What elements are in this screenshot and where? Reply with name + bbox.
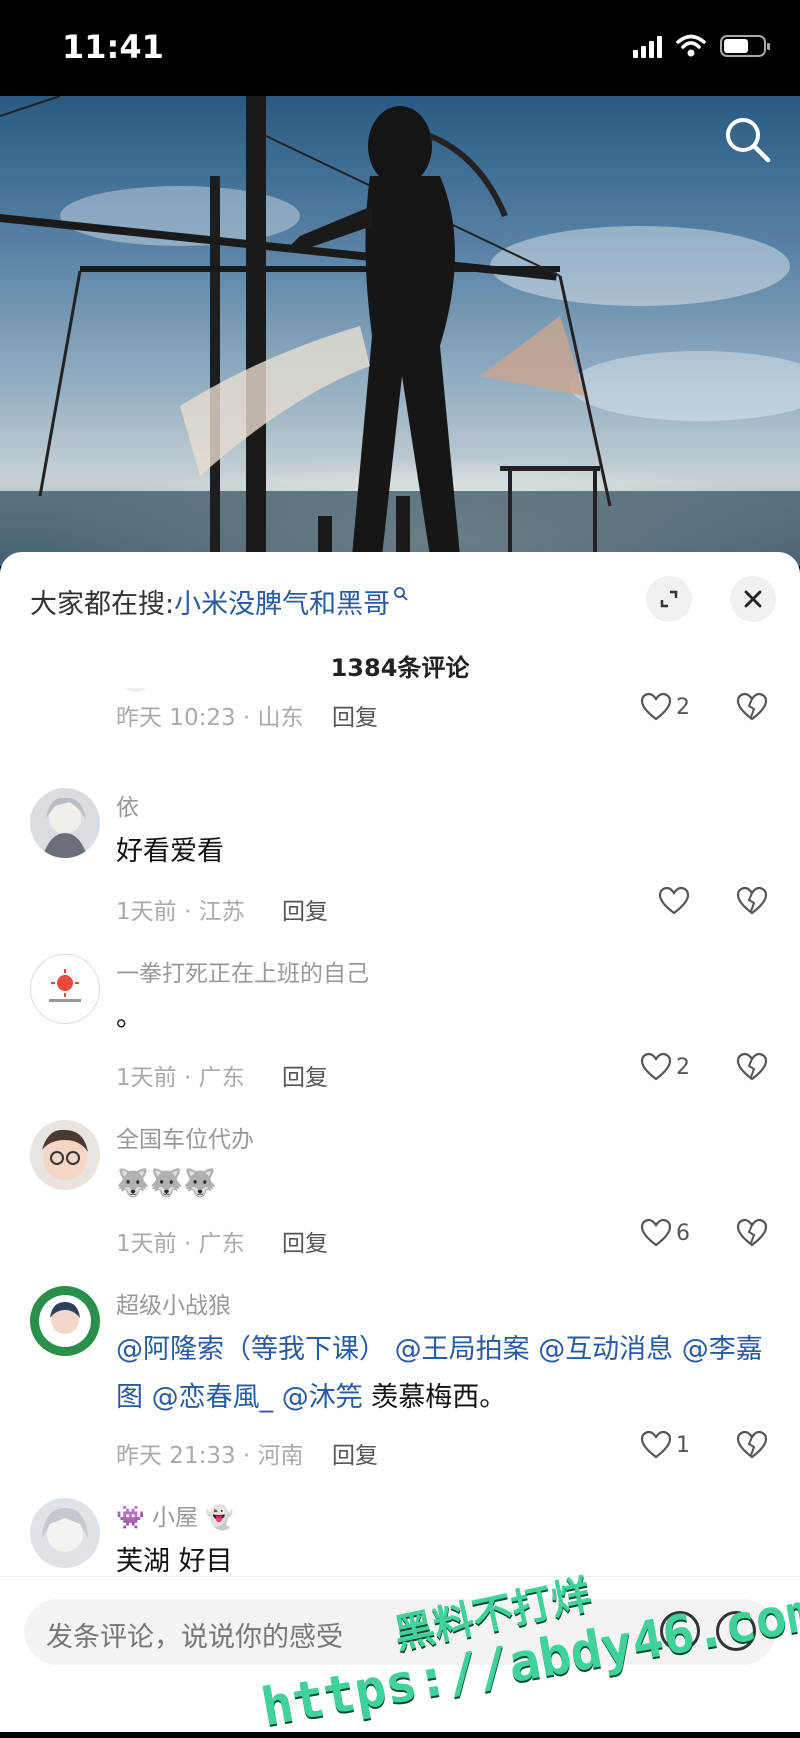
like-count: 2 [676, 1054, 690, 1080]
hot-search-prefix: 大家都在搜: [30, 589, 175, 620]
like-button[interactable]: 2 [640, 692, 690, 722]
comment-input-placeholder: 发条评论，说说你的感受 [46, 1622, 343, 1653]
comment-meta: 1天前 · 广东 [116, 1231, 245, 1257]
avatar[interactable] [30, 954, 100, 1024]
at-icon[interactable] [660, 1611, 700, 1651]
broken-heart-icon [736, 692, 768, 721]
dislike-button[interactable] [736, 692, 768, 726]
mention-link[interactable]: @沐笎 [282, 1382, 363, 1413]
heart-icon [640, 692, 672, 721]
avatar[interactable] [30, 788, 100, 858]
like-button[interactable]: 1 [640, 1430, 690, 1460]
comment-text: @阿隆索（等我下课） @王局拍案 @互动消息 @李嘉图 @恋春風_ @沐笎 羡慕… [116, 1326, 776, 1422]
input-icons [660, 1611, 756, 1651]
commenter-name[interactable]: 超级小战狼 [116, 1286, 231, 1320]
video-player[interactable] [0, 96, 800, 566]
status-bar: 11:41 [0, 0, 800, 96]
comment-meta: 昨天 10:23 · 山东 [116, 705, 304, 731]
comment-meta: 昨天 21:33 · 河南 [116, 1443, 304, 1469]
battery-icon [720, 35, 770, 57]
wifi-icon [676, 34, 706, 57]
avatar-image [42, 1508, 88, 1552]
broken-heart-icon [736, 886, 768, 915]
comment-meta: 1天前 · 广东 [116, 1065, 245, 1091]
hot-search-term[interactable]: 小米没脾气和黑哥 [174, 589, 390, 620]
comment-text-suffix: 羡慕梅西。 [371, 1382, 507, 1413]
like-count: 6 [676, 1220, 690, 1246]
like-button[interactable]: 2 [640, 1052, 690, 1082]
avatar-image [39, 1295, 91, 1347]
comment-input[interactable]: 发条评论，说说你的感受 [24, 1599, 776, 1665]
like-button[interactable] [658, 886, 694, 916]
comments-sheet: 大家都在搜:小米没脾气和黑哥 1384条评论 昨天 10:23 · 山东 回复 … [0, 552, 800, 1731]
heart-icon [640, 1052, 672, 1081]
dislike-button[interactable] [736, 886, 768, 920]
reply-button[interactable]: 回复 [332, 698, 378, 732]
signal-icon [633, 34, 662, 58]
heart-icon [640, 1430, 672, 1459]
commenter-name[interactable]: 依 [116, 788, 139, 822]
close-icon [744, 590, 762, 608]
comment-text: 🐺🐺🐺 [116, 1168, 217, 1199]
mention-link[interactable]: @阿隆索（等我下课） [116, 1334, 386, 1365]
avatar-image [42, 797, 88, 858]
status-time: 11:41 [62, 28, 164, 66]
comment-text: 好看爱看 [116, 836, 224, 867]
mention-link[interactable]: @王局拍案 [395, 1334, 530, 1365]
comment-meta: 1天前 · 江苏 [116, 899, 245, 925]
reply-button[interactable]: 回复 [282, 892, 328, 926]
search-button[interactable] [720, 112, 776, 168]
heart-icon [640, 1218, 672, 1247]
like-count: 2 [676, 694, 690, 720]
close-button[interactable] [730, 576, 776, 622]
reply-button[interactable]: 回复 [282, 1224, 328, 1258]
video-scene [0, 96, 800, 566]
comments-list: 昨天 10:23 · 山东 回复 2 依 好看爱看 1天前 · 江苏 回复 一拳… [0, 688, 800, 1628]
broken-heart-icon [736, 1430, 768, 1459]
avatar[interactable] [30, 1286, 100, 1356]
commenter-name[interactable]: 一拳打死正在上班的自己 [116, 954, 369, 988]
search-icon [726, 118, 771, 163]
broken-heart-icon [736, 1052, 768, 1081]
avatar[interactable] [30, 1120, 100, 1190]
comments-count: 1384条评论 [330, 654, 470, 682]
avatar-image [42, 1129, 88, 1180]
broken-heart-icon [736, 1218, 768, 1247]
reply-button[interactable]: 回复 [282, 1058, 328, 1092]
like-count: 1 [676, 1432, 690, 1458]
commenter-name[interactable]: 全国车位代办 [116, 1120, 254, 1154]
expand-button[interactable] [646, 576, 692, 622]
reply-button[interactable]: 回复 [332, 1436, 378, 1470]
emoji-icon[interactable] [716, 1611, 756, 1651]
dislike-button[interactable] [736, 1430, 768, 1464]
status-icons [633, 34, 770, 58]
heart-icon [658, 886, 690, 915]
avatar [118, 688, 152, 692]
mention-link[interactable]: @恋春風_ [152, 1382, 274, 1413]
hot-search[interactable]: 大家都在搜:小米没脾气和黑哥 [30, 582, 409, 621]
comment-text: 。 [116, 1002, 143, 1033]
like-button[interactable]: 6 [640, 1218, 690, 1248]
commenter-name[interactable]: 👾 小屋 👻 [116, 1498, 234, 1532]
mention-link[interactable]: @互动消息 [538, 1334, 673, 1365]
avatar[interactable] [30, 1498, 100, 1568]
search-small-icon [394, 587, 408, 601]
dislike-button[interactable] [736, 1052, 768, 1086]
dislike-button[interactable] [736, 1218, 768, 1252]
avatar-image [49, 969, 81, 1002]
expand-icon [660, 590, 678, 608]
comment-input-bar: 发条评论，说说你的感受 [0, 1576, 800, 1732]
